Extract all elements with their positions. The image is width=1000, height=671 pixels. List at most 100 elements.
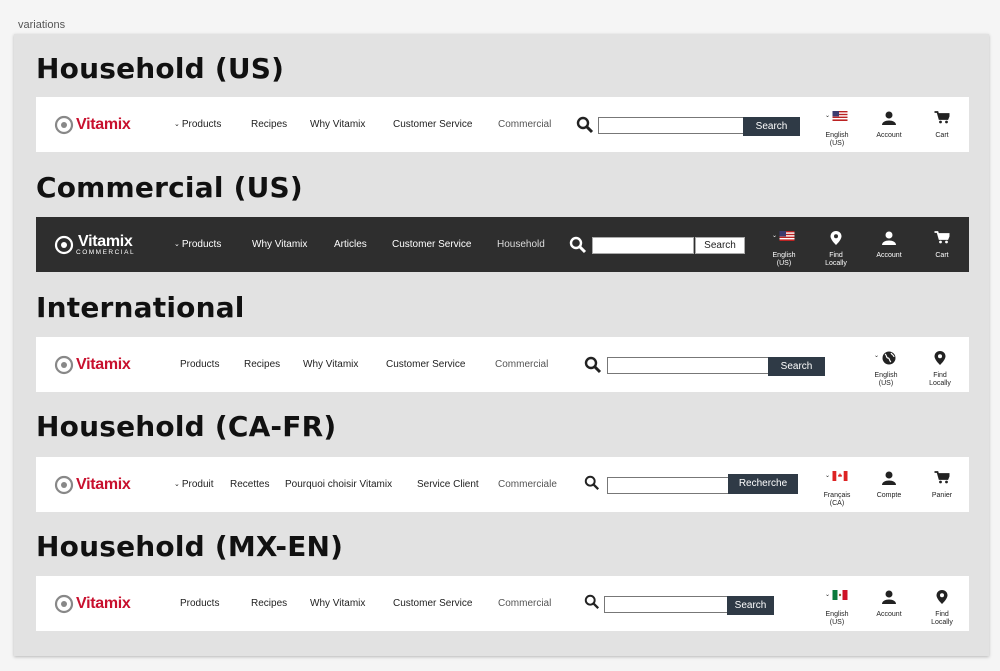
vitamix-logo[interactable]: Vitamix <box>54 97 131 152</box>
language-label: Français (CA) <box>823 492 851 507</box>
nav-products-label: Products <box>181 119 222 130</box>
cart-label: Cart <box>935 252 949 259</box>
nav-commercial[interactable]: Commercial <box>498 576 551 631</box>
nav-recipes[interactable]: Recipes <box>251 97 287 152</box>
cart-link[interactable]: Cart <box>922 97 962 152</box>
chevron-down-icon: ⌄ <box>825 113 831 119</box>
account-label: Account <box>876 252 902 259</box>
chevron-down-icon: ⌄ <box>825 592 831 598</box>
account-link[interactable]: Account <box>869 576 909 631</box>
account-link[interactable]: Compte <box>869 457 909 512</box>
find-locally-link[interactable]: Find Locally <box>922 576 962 631</box>
vitamix-logo[interactable]: Vitamix <box>54 457 131 512</box>
logo-text: Vitamix <box>76 115 131 133</box>
nav-produit[interactable]: ⌄ Produit <box>174 457 214 512</box>
vitamix-commercial-logo[interactable]: Vitamix COMMERCIAL <box>54 217 135 272</box>
language-label: English (US) <box>772 252 796 267</box>
chevron-down-icon: ⌄ <box>874 353 880 359</box>
nav-household[interactable]: Household <box>497 217 545 272</box>
chevron-down-icon: ⌄ <box>825 473 831 479</box>
nav-commercial[interactable]: Commercial <box>495 337 548 392</box>
vitamix-logo[interactable]: Vitamix <box>54 337 131 392</box>
language-selector[interactable]: ⌄ English (US) <box>866 337 906 392</box>
cart-label: Cart <box>935 132 949 139</box>
account-label: Compte <box>876 492 902 499</box>
nav-commercial[interactable]: Commercial <box>498 97 551 152</box>
cart-icon <box>934 471 950 484</box>
section-title-commercial-us: Commercial (US) <box>36 171 303 204</box>
search-input[interactable] <box>607 357 769 374</box>
search-input[interactable] <box>598 117 744 134</box>
find-locally-link[interactable]: Find Locally <box>816 217 856 272</box>
language-label: English (US) <box>825 611 849 626</box>
nav-why-vitamix[interactable]: Why Vitamix <box>310 97 365 152</box>
search-icon[interactable] <box>584 356 602 374</box>
language-selector[interactable]: ⌄ English (US) <box>817 97 857 152</box>
header-household-mx-en: Vitamix Products Recipes Why Vitamix Cus… <box>36 576 969 631</box>
nav-customer-service[interactable]: Customer Service <box>386 337 465 392</box>
nav-produit-label: Produit <box>181 479 214 490</box>
search-button[interactable]: Search <box>768 357 825 376</box>
search-button[interactable]: Search <box>727 596 774 615</box>
nav-why-vitamix[interactable]: Why Vitamix <box>252 217 307 272</box>
nav-pourquoi-choisir-vitamix[interactable]: Pourquoi choisir Vitamix <box>285 457 392 512</box>
nav-products[interactable]: ⌄ Products <box>174 97 221 152</box>
vitamix-swirl-icon <box>54 594 74 613</box>
vitamix-logo[interactable]: Vitamix <box>54 576 131 631</box>
account-icon <box>882 471 896 485</box>
find-locally-link[interactable]: Find Locally <box>920 337 960 392</box>
language-selector[interactable]: ⌄ English (US) <box>817 576 857 631</box>
nav-articles[interactable]: Articles <box>334 217 367 272</box>
us-flag-icon <box>779 231 795 241</box>
frame-label: variations <box>18 19 66 31</box>
nav-customer-service[interactable]: Customer Service <box>392 217 471 272</box>
search-button[interactable]: Search <box>743 117 800 136</box>
nav-products-label: Products <box>181 239 222 250</box>
header-commercial-us: Vitamix COMMERCIAL ⌄ Products Why Vitamix… <box>36 217 969 272</box>
account-icon <box>882 590 896 604</box>
cart-link[interactable]: Cart <box>922 217 962 272</box>
chevron-down-icon: ⌄ <box>174 121 180 128</box>
globe-icon <box>882 351 896 365</box>
nav-products[interactable]: Products <box>180 576 219 631</box>
search-icon[interactable] <box>584 594 600 610</box>
nav-products[interactable]: Products <box>180 337 219 392</box>
language-selector[interactable]: ⌄ Français (CA) <box>817 457 857 512</box>
location-pin-icon <box>936 590 948 604</box>
logo-text: Vitamix <box>76 594 131 612</box>
nav-commerciale[interactable]: Commerciale <box>498 457 557 512</box>
account-link[interactable]: Account <box>869 217 909 272</box>
find-locally-label: Find Locally <box>929 372 951 387</box>
search-icon[interactable] <box>584 475 600 491</box>
search-button[interactable]: Recherche <box>728 474 798 494</box>
header-household-ca-fr: Vitamix ⌄ Produit Recettes Pourquoi chois… <box>36 457 969 512</box>
search-input[interactable] <box>604 596 728 613</box>
language-selector[interactable]: ⌄ English (US) <box>764 217 804 272</box>
vitamix-swirl-icon <box>54 475 74 494</box>
search-icon[interactable] <box>576 116 594 134</box>
language-label: English (US) <box>825 132 849 147</box>
account-link[interactable]: Account <box>869 97 909 152</box>
logo-subtext: COMMERCIAL <box>76 249 136 256</box>
search-icon[interactable] <box>569 236 587 254</box>
nav-recettes[interactable]: Recettes <box>230 457 269 512</box>
section-title-household-mx-en: Household (MX-EN) <box>36 530 344 563</box>
section-title-household-ca-fr: Household (CA-FR) <box>36 410 337 443</box>
nav-service-client[interactable]: Service Client <box>417 457 479 512</box>
search-input[interactable] <box>607 477 729 494</box>
cart-link[interactable]: Panier <box>922 457 962 512</box>
vitamix-swirl-icon <box>54 355 74 374</box>
nav-customer-service[interactable]: Customer Service <box>393 576 472 631</box>
nav-customer-service[interactable]: Customer Service <box>393 97 472 152</box>
section-title-international: International <box>36 291 245 324</box>
nav-why-vitamix[interactable]: Why Vitamix <box>310 576 365 631</box>
account-label: Account <box>876 132 902 139</box>
nav-recipes[interactable]: Recipes <box>251 576 287 631</box>
nav-why-vitamix[interactable]: Why Vitamix <box>303 337 358 392</box>
search-button[interactable]: Search <box>695 237 745 254</box>
location-pin-icon <box>830 231 842 245</box>
nav-recipes[interactable]: Recipes <box>244 337 280 392</box>
nav-products[interactable]: ⌄ Products <box>174 217 221 272</box>
search-input[interactable] <box>592 237 694 254</box>
cart-icon <box>934 231 950 244</box>
